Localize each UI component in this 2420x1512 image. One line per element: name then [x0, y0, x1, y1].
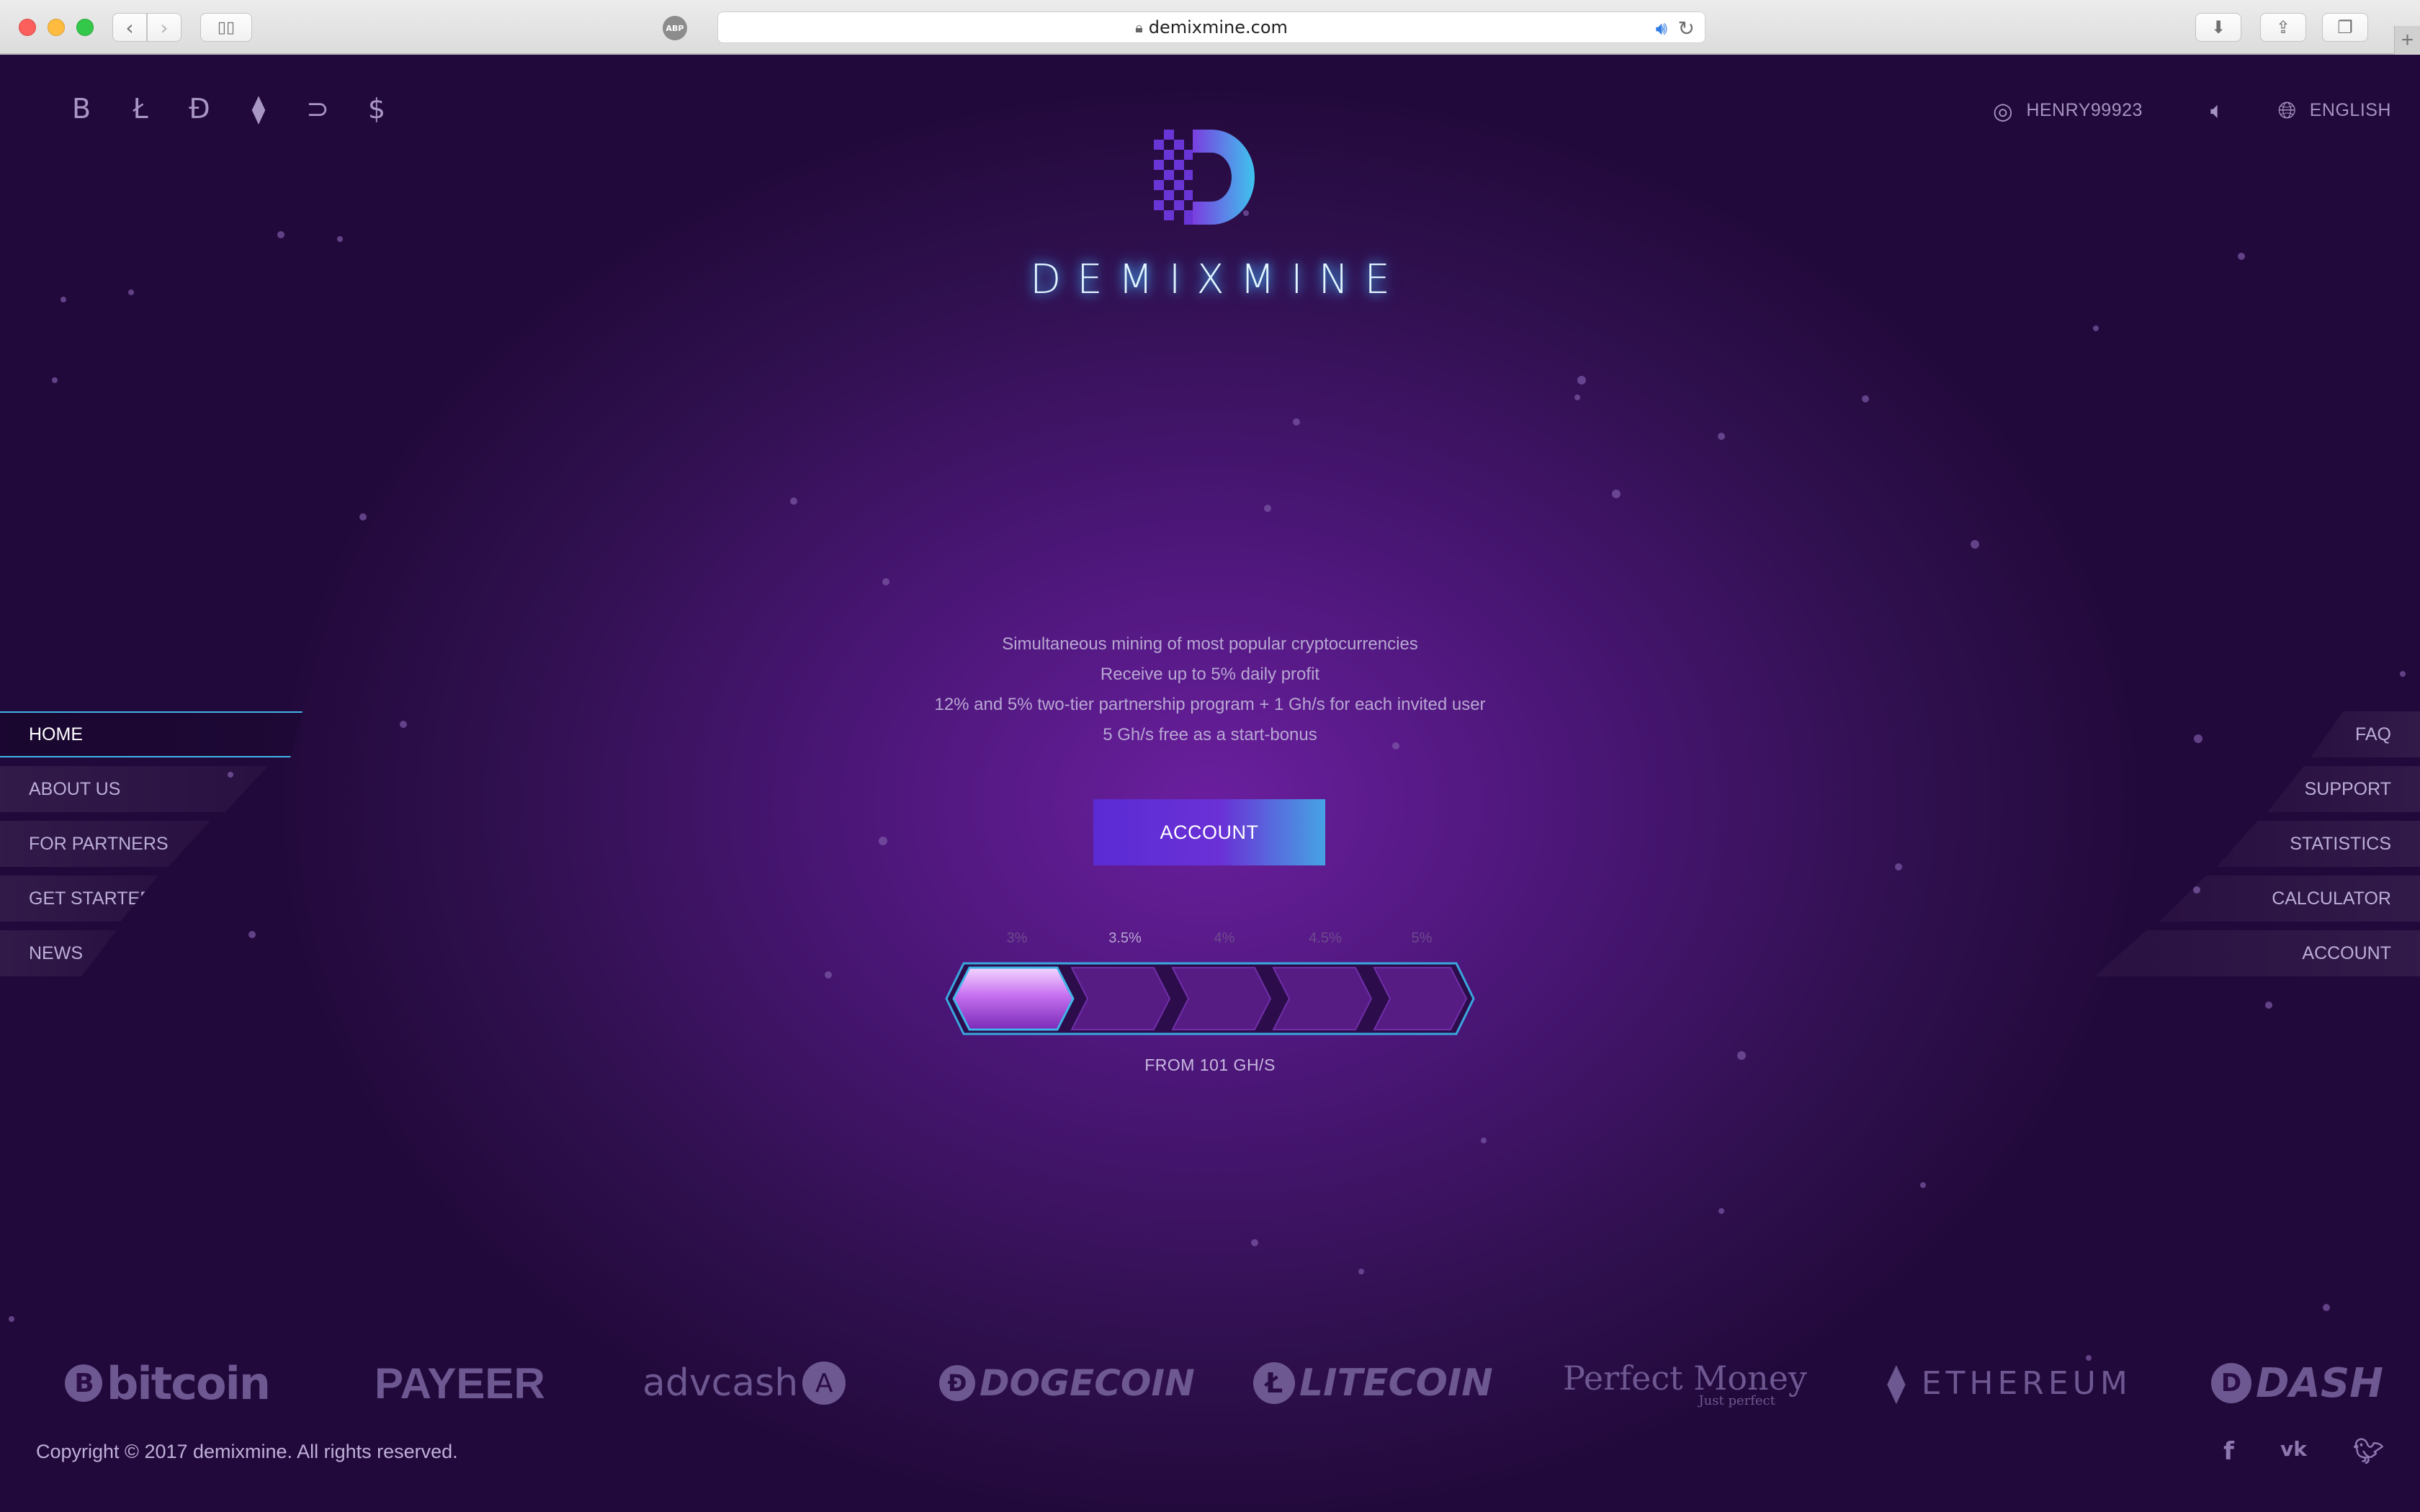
dash-icon[interactable]: ⊃: [302, 89, 333, 128]
ethereum-icon: ⧫: [1887, 1362, 1910, 1405]
social-links: f vk 🐦︎: [2223, 1437, 2384, 1466]
dash-logo: D DASH: [2211, 1344, 2383, 1423]
nav-item-statistics[interactable]: STATISTICS: [2217, 821, 2420, 867]
browser-toolbar: ‹ › ▯▯ ABP 🔒︎ demixmine.com 🔊︎ ↻ ⬇ ⇪ ❐ +: [0, 0, 2420, 55]
account-button[interactable]: ACCOUNT: [1093, 799, 1325, 865]
username-label: HENRY99923: [2026, 100, 2143, 120]
dogecoin-icon[interactable]: Đ: [184, 89, 215, 128]
brand-title: DEMIXMINE: [1030, 256, 1406, 303]
dogecoin-icon: Đ: [939, 1365, 975, 1401]
copyright-text: Copyright © 2017 demixmine. All rights r…: [36, 1441, 458, 1462]
nav-item-faq[interactable]: FAQ: [2311, 711, 2420, 757]
close-window-button[interactable]: [19, 19, 36, 36]
feature-line: 12% and 5% two-tier partnership program …: [934, 695, 1486, 714]
litecoin-logo: Ł LITECOIN: [1253, 1344, 1493, 1423]
right-navigation: FAQ SUPPORT STATISTICS CALCULATOR ACCOUN…: [2074, 688, 2420, 991]
feature-line: Simultaneous mining of most popular cryp…: [1002, 634, 1418, 654]
level-percent-label: 4.5%: [1309, 930, 1342, 946]
advcash-icon: A: [802, 1362, 846, 1405]
perfect-money-logo: Perfect Money Just perfect: [1563, 1358, 1807, 1408]
forward-button[interactable]: ›: [147, 13, 182, 42]
nav-item-calculator[interactable]: CALCULATOR: [2159, 876, 2420, 922]
url-text: demixmine.com: [1148, 17, 1288, 37]
user-account-link[interactable]: ◎ HENRY99923: [1993, 97, 2143, 125]
back-button[interactable]: ‹: [112, 13, 147, 42]
level-percent-label: 5%: [1411, 930, 1433, 946]
bitcoin-icon: B: [65, 1364, 102, 1402]
bitcoin-icon[interactable]: B: [66, 89, 97, 128]
audio-playing-icon[interactable]: 🔊︎: [1656, 18, 1667, 40]
level-percent-label: 3%: [1006, 930, 1028, 946]
header-controls: ◎ HENRY99923 🔈︎ 🌐︎ ENGLISH: [1993, 96, 2391, 125]
lock-icon: 🔒︎: [1135, 19, 1143, 36]
dollar-icon[interactable]: $: [362, 89, 392, 128]
coin-icon-bar: B Ł Đ ⧫ ⊃ $: [66, 89, 392, 128]
feature-line: 5 Gh/s free as a start-bonus: [1103, 725, 1317, 744]
minimize-window-button[interactable]: [48, 19, 65, 36]
level-segment[interactable]: [952, 966, 1075, 1031]
vk-icon[interactable]: vk: [2280, 1437, 2307, 1466]
dash-icon: D: [2211, 1363, 2251, 1403]
page-content: B Ł Đ ⧫ ⊃ $ ◎ HENRY99923 🔈︎ 🌐︎ ENGLISH D…: [0, 55, 2420, 1512]
level-percent-label: 4%: [1214, 930, 1235, 946]
nav-item-support[interactable]: SUPPORT: [2267, 766, 2420, 812]
downloads-icon[interactable]: ⬇: [2195, 13, 2241, 42]
level-progress-bar: [945, 962, 1475, 1035]
language-label: ENGLISH: [2309, 100, 2391, 120]
adblock-extension-icon[interactable]: ABP: [663, 16, 687, 40]
sound-toggle[interactable]: 🔈︎: [2210, 96, 2225, 125]
share-icon[interactable]: ⇪: [2260, 13, 2306, 42]
profit-level-selector: 3% 3.5% 4% 4.5% 5%: [944, 930, 1476, 1074]
payment-methods-bar: Bbitcoin PAYEER advcash A Đ DOGECOIN Ł LITE…: [43, 1344, 2383, 1423]
litecoin-icon: Ł: [1253, 1362, 1295, 1404]
nav-item-account[interactable]: ACCOUNT: [2094, 930, 2420, 976]
nav-item-about-us[interactable]: ABOUT US: [0, 766, 268, 812]
dogecoin-logo: Đ DOGECOIN: [939, 1344, 1195, 1423]
reload-icon[interactable]: ↻: [1678, 17, 1695, 40]
sidebar-toggle-icon[interactable]: ▯▯: [200, 13, 252, 42]
feature-line: Receive up to 5% daily profit: [1100, 665, 1320, 684]
speaker-icon: 🔈︎: [2210, 96, 2225, 124]
feature-list: Simultaneous mining of most popular cryp…: [850, 629, 1570, 750]
new-tab-button[interactable]: +: [2394, 26, 2420, 55]
level-percent-label-selected: 3.5%: [1108, 930, 1142, 946]
level-hashrate-label: FROM 101 GH/S: [1144, 1056, 1276, 1074]
zoom-window-button[interactable]: [76, 19, 94, 36]
facebook-icon[interactable]: f: [2223, 1437, 2234, 1466]
language-selector[interactable]: 🌐︎ ENGLISH: [2278, 96, 2391, 125]
demixmine-logo-icon[interactable]: [1152, 127, 1259, 228]
ethereum-logo: ⧫ ETHEREUM: [1887, 1362, 2132, 1405]
advcash-logo: advcash A: [642, 1344, 850, 1423]
tabs-overview-icon[interactable]: ❐: [2322, 13, 2368, 42]
twitter-icon[interactable]: 🐦︎: [2353, 1437, 2384, 1466]
address-bar[interactable]: 🔒︎ demixmine.com 🔊︎ ↻: [717, 12, 1706, 43]
globe-icon: 🌐︎: [2277, 96, 2297, 124]
ethereum-icon[interactable]: ⧫: [243, 89, 274, 128]
user-icon: ◎: [1992, 96, 2014, 125]
nav-item-home[interactable]: HOME: [0, 711, 302, 757]
litecoin-icon[interactable]: Ł: [125, 89, 156, 128]
bitcoin-logo: Bbitcoin: [65, 1344, 271, 1423]
payeer-logo: PAYEER: [375, 1359, 545, 1408]
